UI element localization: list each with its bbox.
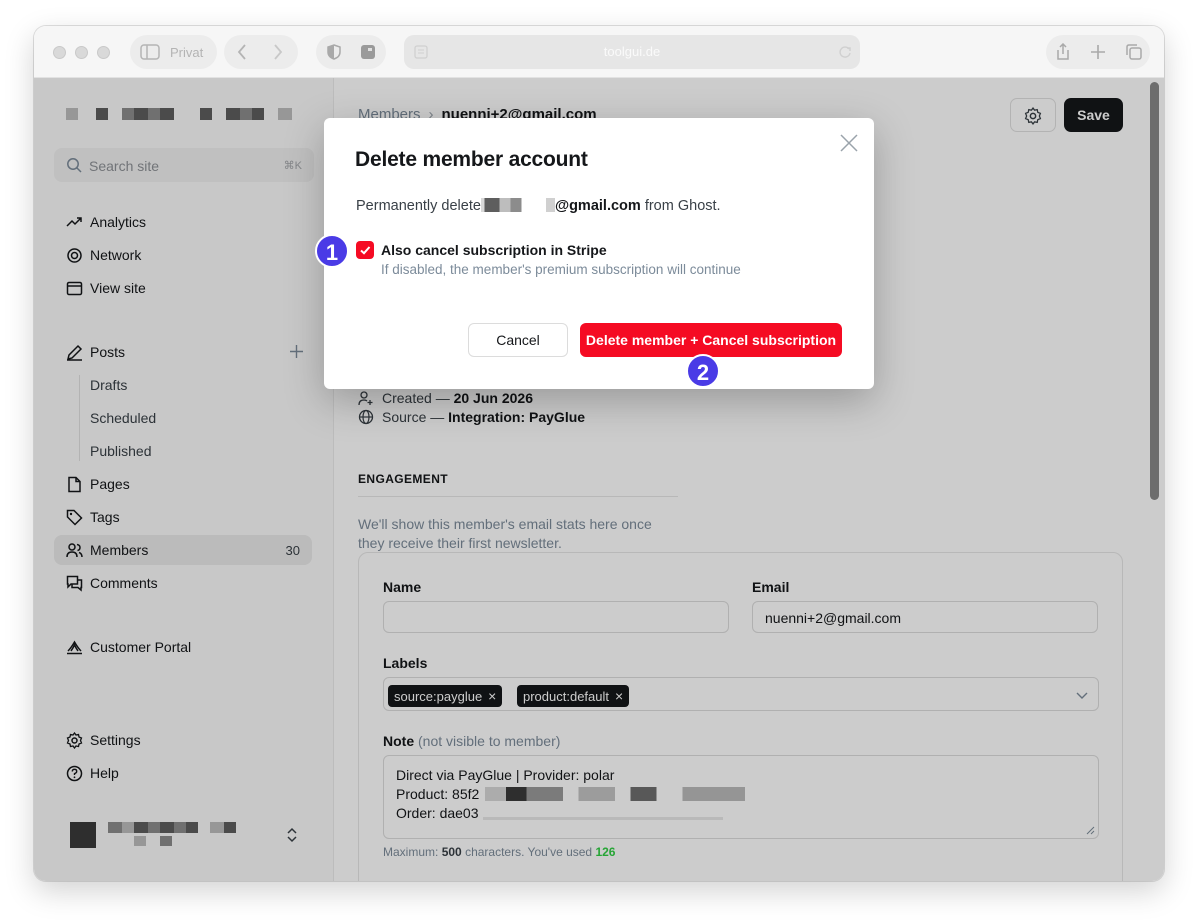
profile-label: Privat <box>170 45 204 60</box>
desc-prefix: Permanently delete <box>356 198 481 214</box>
desc-suffix: from Ghost. <box>644 198 721 214</box>
checkbox-help: If disabled, the member's premium subscr… <box>381 262 741 277</box>
extension-icon[interactable] <box>360 44 376 60</box>
url-text: toolgui.de <box>603 44 661 59</box>
share-icon[interactable] <box>1055 43 1071 61</box>
modal-description: Permanently delete @gmail.com from Ghost. <box>356 198 721 214</box>
delete-member-modal: Delete member account Permanently delete… <box>324 118 874 389</box>
cancel-button[interactable]: Cancel <box>468 323 568 357</box>
step-marker-2: 2 <box>686 354 720 388</box>
minimize-window-button[interactable] <box>75 46 88 59</box>
tab-overview-icon[interactable] <box>1125 43 1143 61</box>
zoom-window-button[interactable] <box>97 46 110 59</box>
ghost-admin: Search site ⌘K Analytics Network View si… <box>34 78 1164 881</box>
cancel-stripe-checkbox[interactable] <box>356 241 374 259</box>
extensions-group <box>316 35 386 69</box>
address-bar[interactable]: toolgui.de <box>404 35 860 69</box>
sidebar-toggle-icon <box>140 44 160 60</box>
browser-window: Privat toolgui.de Search site ⌘K Analyti… <box>34 26 1164 881</box>
reload-icon[interactable] <box>838 45 852 59</box>
scrollbar[interactable] <box>1150 82 1159 500</box>
history-nav <box>224 35 298 69</box>
checkbox-label[interactable]: Also cancel subscription in Stripe <box>381 242 607 258</box>
step-marker-1: 1 <box>315 234 349 268</box>
profile-tab-group[interactable]: Privat <box>130 35 217 69</box>
new-tab-icon[interactable] <box>1090 44 1106 60</box>
desc-email: @gmail.com <box>554 198 641 214</box>
browser-toolbar: Privat toolgui.de <box>34 26 1164 78</box>
modal-title: Delete member account <box>355 148 588 171</box>
close-icon[interactable] <box>838 132 860 154</box>
delete-member-button[interactable]: Delete member + Cancel subscription <box>580 323 842 357</box>
window-actions <box>1046 35 1150 69</box>
close-window-button[interactable] <box>53 46 66 59</box>
check-icon <box>360 246 371 255</box>
back-icon[interactable] <box>236 44 248 60</box>
shield-icon[interactable] <box>326 44 342 60</box>
redacted-email <box>480 198 555 212</box>
forward-icon[interactable] <box>272 44 284 60</box>
